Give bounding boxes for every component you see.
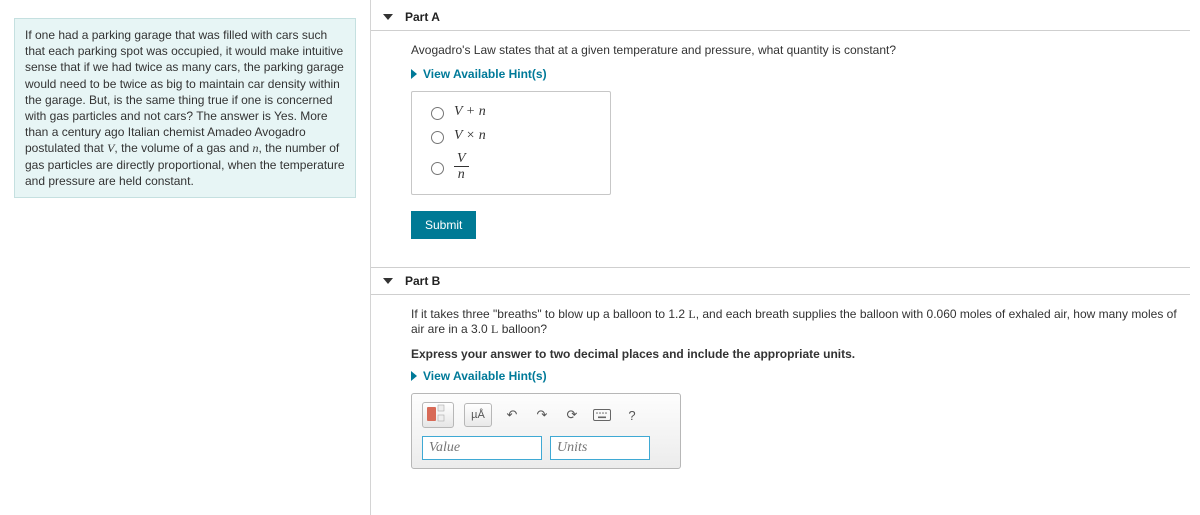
option-2[interactable]: V × n	[426, 124, 596, 148]
chevron-down-icon	[383, 278, 393, 284]
undo-icon[interactable]: ↶	[502, 405, 522, 425]
part-a-hint-toggle[interactable]: View Available Hint(s)	[411, 67, 547, 81]
radio-option-3[interactable]	[431, 162, 444, 175]
part-a-header[interactable]: Part A	[371, 4, 1190, 31]
option-1[interactable]: V + n	[426, 100, 596, 124]
chevron-right-icon	[411, 371, 417, 381]
part-b-hint-toggle[interactable]: View Available Hint(s)	[411, 369, 547, 383]
redo-icon[interactable]: ↷	[532, 405, 552, 425]
radio-option-1[interactable]	[431, 107, 444, 120]
part-b-question: If it takes three "breaths" to blow up a…	[411, 307, 1190, 337]
option-3-label: V n	[454, 152, 469, 182]
part-b-header[interactable]: Part B	[371, 267, 1190, 295]
part-a-body: Avogadro's Law states that at a given te…	[371, 31, 1190, 263]
option-1-label: V + n	[454, 104, 486, 120]
sidebar: If one had a parking garage that was fil…	[0, 0, 370, 216]
answer-toolbar: µÅ ↶ ↷ ⟳ ?	[416, 398, 676, 432]
option-2-label: V × n	[454, 128, 486, 144]
part-b-instruction: Express your answer to two decimal place…	[411, 347, 1190, 361]
part-a-question: Avogadro's Law states that at a given te…	[411, 43, 1190, 57]
units-symbol-button[interactable]: µÅ	[464, 403, 492, 427]
main-content: Part A Avogadro's Law states that at a g…	[370, 0, 1200, 515]
help-icon[interactable]: ?	[622, 405, 642, 425]
chevron-right-icon	[411, 69, 417, 79]
submit-button[interactable]: Submit	[411, 211, 476, 239]
part-b-body: If it takes three "breaths" to blow up a…	[371, 295, 1190, 493]
info-text: If one had a parking garage that was fil…	[14, 18, 356, 198]
units-input[interactable]	[550, 436, 650, 460]
chevron-down-icon	[383, 14, 393, 20]
answer-widget: µÅ ↶ ↷ ⟳ ?	[411, 393, 681, 469]
value-input[interactable]	[422, 436, 542, 460]
keyboard-icon[interactable]	[592, 405, 612, 425]
hint-label: View Available Hint(s)	[423, 369, 547, 383]
template-icon[interactable]	[422, 402, 454, 428]
part-b-label: Part B	[405, 274, 440, 288]
reset-icon[interactable]: ⟳	[562, 405, 582, 425]
part-a-options: V + n V × n V n	[411, 91, 611, 195]
part-a-label: Part A	[405, 10, 440, 24]
hint-label: View Available Hint(s)	[423, 67, 547, 81]
option-3[interactable]: V n	[426, 148, 596, 186]
radio-option-2[interactable]	[431, 131, 444, 144]
